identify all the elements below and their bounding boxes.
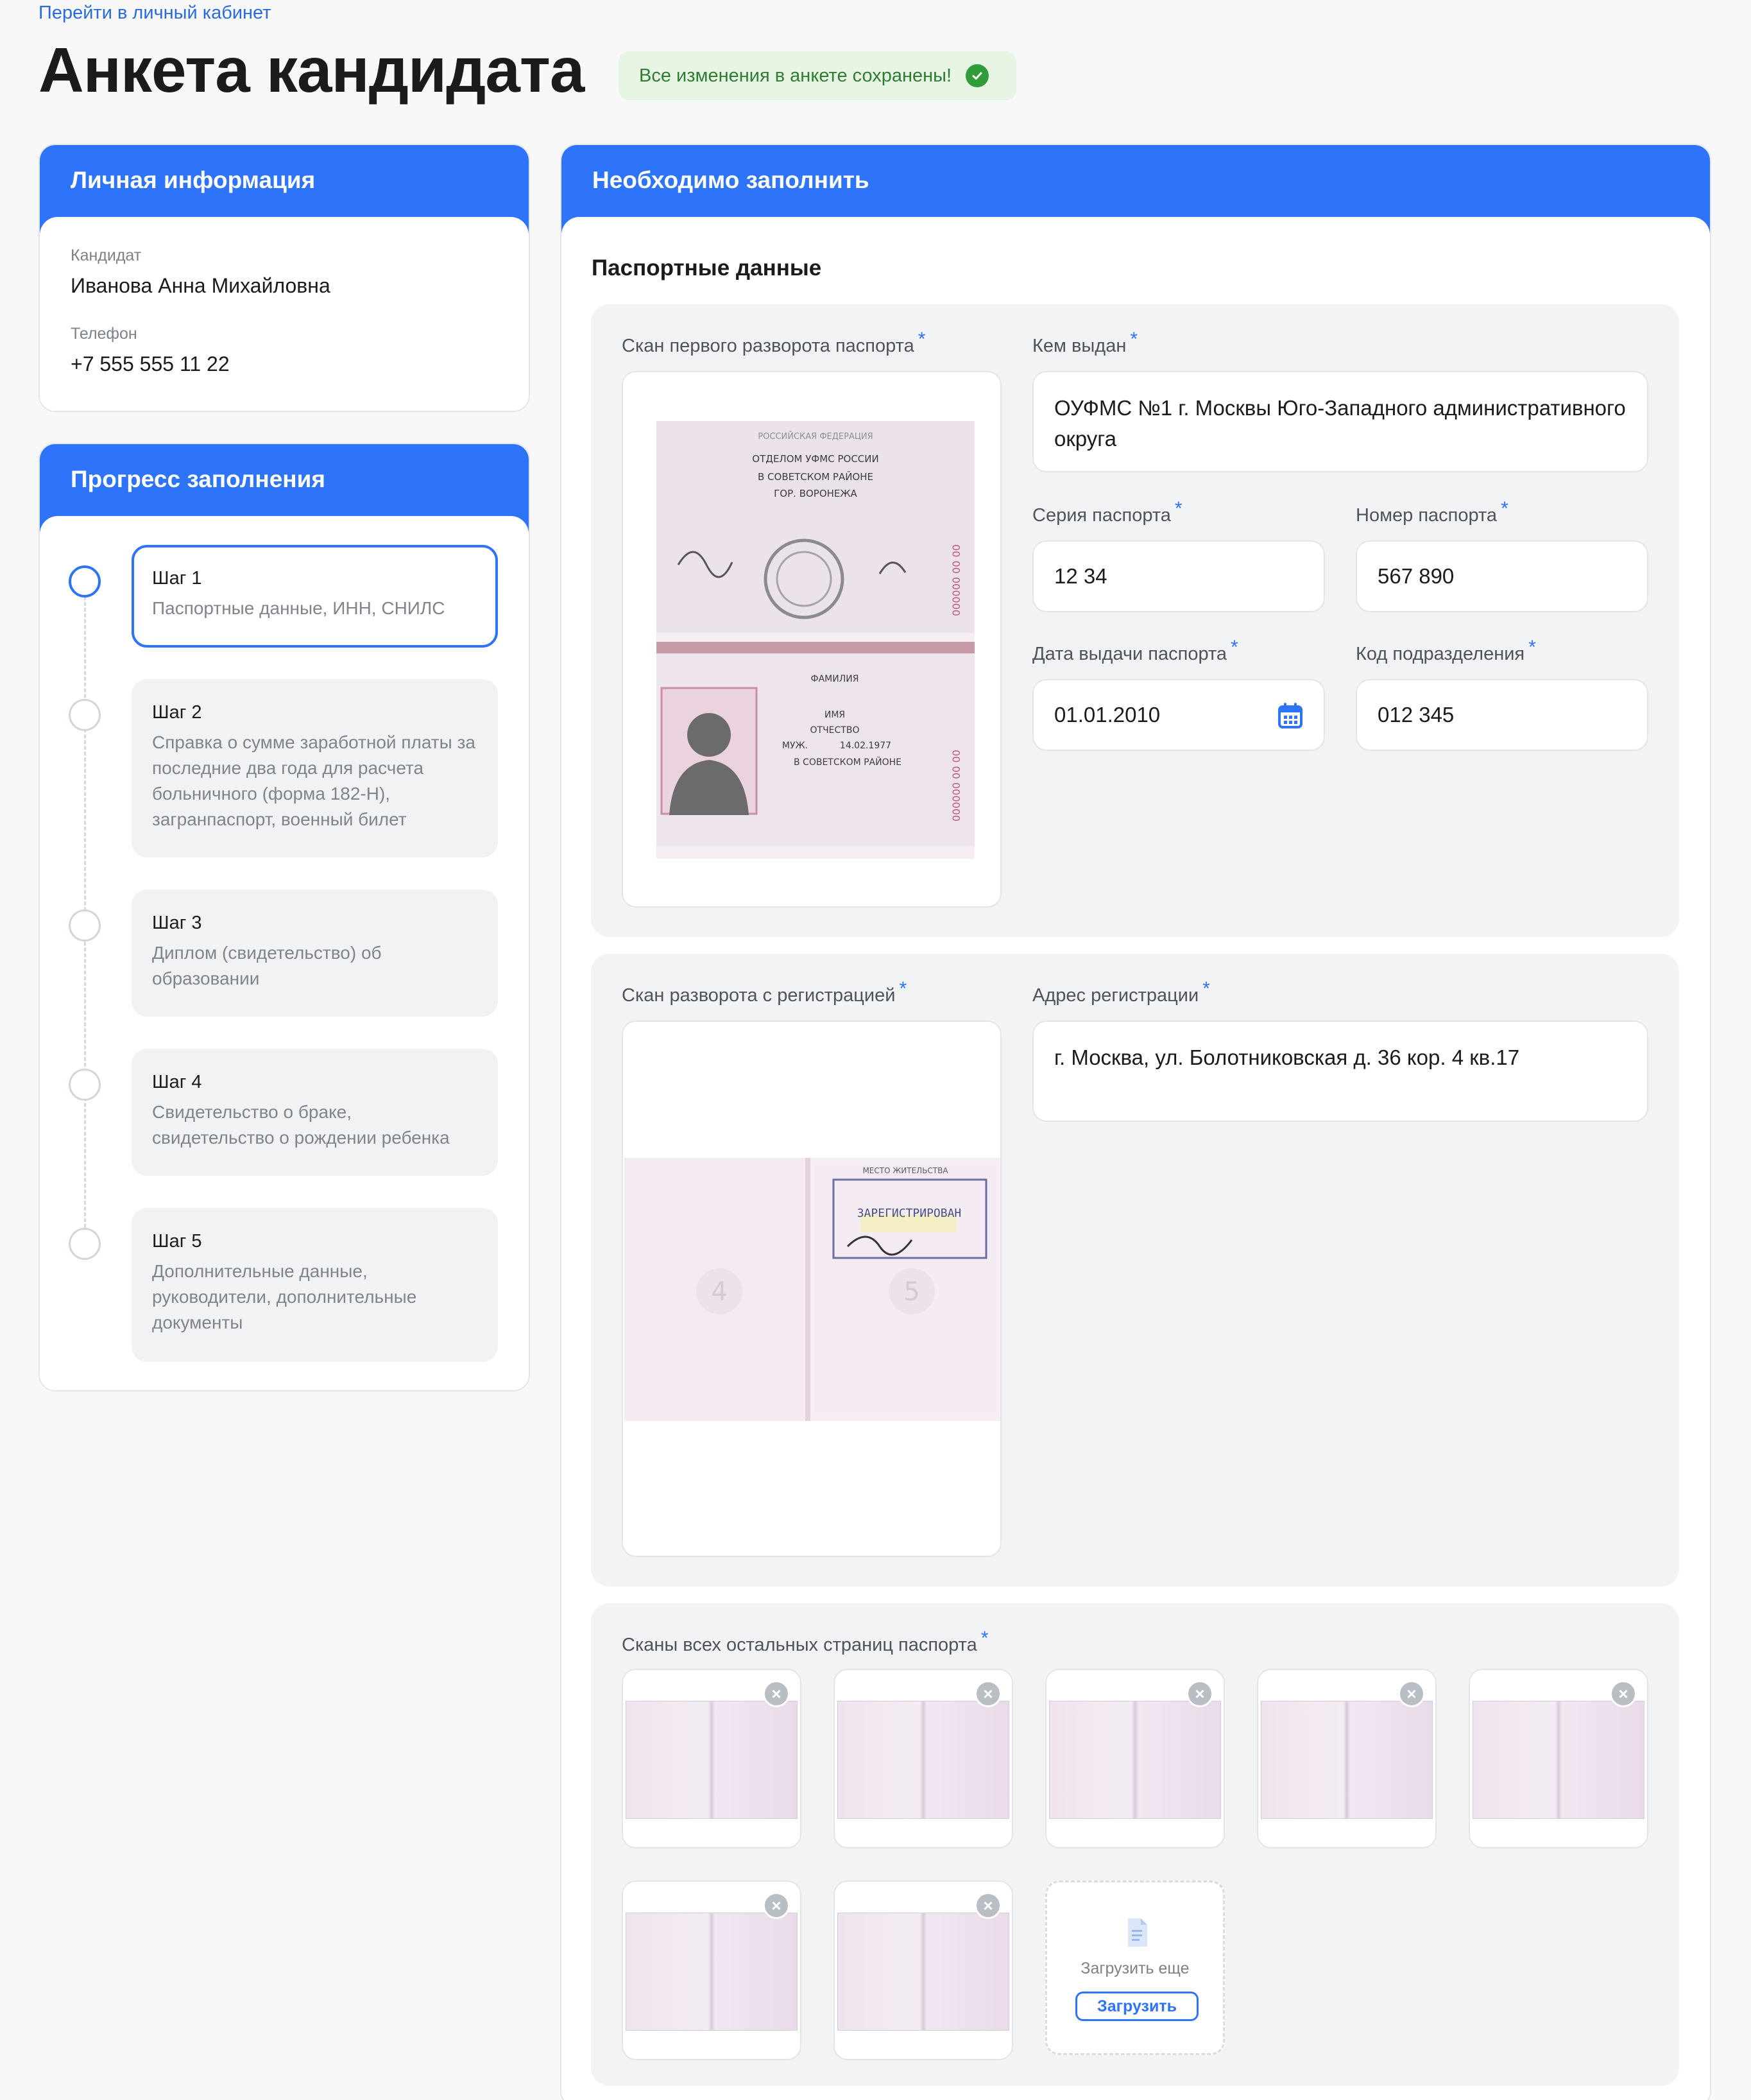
passport-sex: МУЖ. [782,741,808,751]
passport-birth-place: В СОВЕТСКОМ РАЙОНЕ [794,756,901,768]
close-icon[interactable]: × [763,1680,790,1707]
registration-page-left: 4 [711,1277,727,1307]
step-4-card[interactable]: Шаг 4 Свидетельство о браке, свидетельст… [132,1049,498,1176]
address-label: Адрес регистрации * [1032,978,1210,1006]
close-icon[interactable]: × [763,1892,790,1919]
other-scans-label: Сканы всех остальных страниц паспорта * [622,1628,989,1655]
passport-first-scan[interactable]: РОССИЙСКАЯ ФЕДЕРАЦИЯ ОТДЕЛОМ УФМС РОССИИ… [622,371,1002,908]
passport-first-scan-image: РОССИЙСКАЯ ФЕДЕРАЦИЯ ОТДЕЛОМ УФМС РОССИИ… [656,421,975,859]
step-description: Диплом (свидетельство) об образовании [152,943,382,988]
step-title: Шаг 4 [152,1072,202,1092]
issue-date-value: 01.01.2010 [1054,703,1161,727]
registration-page-right: 5 [903,1277,919,1307]
close-icon[interactable]: × [975,1892,1002,1919]
passport-name: ИМЯ [824,710,845,720]
check-circle-icon [966,64,989,87]
passport-issuer-1: ОТДЕЛОМ УФМС РОССИИ [752,453,878,465]
step-1-indicator [69,565,101,598]
passport-section-title: Паспортные данные [592,255,822,280]
dept-code-field[interactable]: 012 345 [1356,679,1648,751]
candidate-label: Кандидат [71,246,142,264]
step-title: Шаг 3 [152,913,202,933]
series-field[interactable]: 12 34 [1032,540,1325,612]
step-2-card[interactable]: Шаг 2 Справка о сумме заработной платы з… [132,679,498,857]
number-label: Номер паспорта * [1356,498,1508,526]
registration-scan-image: МЕСТО ЖИТЕЛЬСТВА ЗАРЕГИСТРИРОВАН 4 5 [624,1158,1000,1421]
registration-scan[interactable]: МЕСТО ЖИТЕЛЬСТВА ЗАРЕГИСТРИРОВАН 4 5 [622,1020,1002,1557]
page-scan-image [1473,1701,1644,1819]
step-1-card[interactable]: Шаг 1 Паспортные данные, ИНН, СНИЛС [132,545,498,648]
page-scan-thumbnail[interactable]: × [622,1669,801,1848]
page-scan-image [1261,1701,1433,1819]
upload-button[interactable]: Загрузить [1075,1992,1199,2021]
series-label: Серия паспорта * [1032,498,1183,526]
upload-more-dropzone[interactable]: Загрузить еще Загрузить [1045,1881,1225,2055]
page-scan-image [837,1701,1009,1819]
upload-more-label: Загрузить еще [1080,1959,1190,1977]
document-icon [1125,1917,1149,1951]
address-value: г. Москва, ул. Болотниковская д. 36 кор.… [1054,1046,1520,1069]
step-3-indicator [69,909,101,942]
issued-by-field[interactable]: ОУФМС №1 г. Москвы Юго-Западного админис… [1032,371,1648,472]
calendar-icon[interactable] [1277,702,1303,734]
close-icon[interactable]: × [1186,1680,1213,1707]
issue-date-field[interactable]: 01.01.2010 [1032,679,1325,751]
page-scan-thumbnail[interactable]: × [1045,1669,1225,1848]
step-5-card[interactable]: Шаг 5 Дополнительные данные, руководител… [132,1208,498,1362]
page-scan-thumbnail[interactable]: × [833,1881,1013,2060]
scan-first-label: Скан первого разворота паспорта * [622,329,926,356]
passport-patronymic: ОТЧЕСТВО [810,725,860,736]
page-scan-thumbnail[interactable]: × [1257,1669,1437,1848]
registration-heading: МЕСТО ЖИТЕЛЬСТВА [862,1166,948,1175]
saved-status-text: Все изменения в анкете сохранены! [639,65,952,86]
passport-issuer-3: ГОР. ВОРОНЕЖА [774,488,857,499]
step-4-indicator [69,1069,101,1101]
page-scan-image [626,1701,798,1819]
issued-by-value: ОУФМС №1 г. Москвы Юго-Западного админис… [1054,396,1626,451]
passport-issuer-2: В СОВЕТСКОМ РАЙОНЕ [758,470,873,483]
step-description: Справка о сумме заработной платы за посл… [152,732,475,829]
step-3-card[interactable]: Шаг 3 Диплом (свидетельство) об образова… [132,890,498,1017]
passport-serial-bottom: 000000 00 00 [950,750,962,822]
address-field[interactable]: г. Москва, ул. Болотниковская д. 36 кор.… [1032,1020,1648,1122]
page-scan-image [626,1913,798,2031]
step-description: Паспортные данные, ИНН, СНИЛС [152,598,445,618]
issued-by-label: Кем выдан * [1032,329,1138,356]
number-value: 567 890 [1378,564,1455,588]
page-scan-image [837,1913,1009,2031]
personal-cabinet-link[interactable]: Перейти в личный кабинет [38,3,271,24]
close-icon[interactable]: × [1398,1680,1425,1707]
passport-serial-top: 000000 00 00 [950,544,962,616]
phone-label: Телефон [71,325,137,343]
number-field[interactable]: 567 890 [1356,540,1648,612]
step-2-indicator [69,699,101,731]
page-scan-image [1049,1701,1221,1819]
issue-date-label: Дата выдачи паспорта * [1032,637,1238,664]
close-icon[interactable]: × [975,1680,1002,1707]
step-description: Дополнительные данные, руководители, доп… [152,1261,417,1332]
scan-registration-label: Скан разворота с регистрацией * [622,978,907,1006]
step-title: Шаг 5 [152,1231,202,1252]
dept-code-label: Код подразделения * [1356,637,1536,664]
step-5-indicator [69,1228,101,1260]
registration-stamp: ЗАРЕГИСТРИРОВАН [857,1207,962,1220]
page-scan-thumbnail[interactable]: × [1469,1669,1648,1848]
page-scan-thumbnail[interactable]: × [833,1669,1013,1848]
dept-code-value: 012 345 [1378,703,1455,727]
saved-status-badge: Все изменения в анкете сохранены! [619,51,1016,100]
series-value: 12 34 [1054,564,1107,588]
page-scan-thumbnail[interactable]: × [622,1881,801,2060]
step-title: Шаг 2 [152,702,202,723]
personal-info-card: Личная информация Кандидат Иванова Анна … [38,144,530,412]
page-title: Анкета кандидата [38,35,585,105]
candidate-value: Иванова Анна Михайловна [71,274,330,297]
passport-surname: ФАМИЛИЯ [811,674,859,684]
phone-value: +7 555 555 11 22 [71,352,230,375]
passport-country: РОССИЙСКАЯ ФЕДЕРАЦИЯ [758,431,873,442]
step-title: Шаг 1 [152,568,202,589]
passport-birth-date: 14.02.1977 [840,741,891,751]
step-description: Свидетельство о браке, свидетельство о р… [152,1102,450,1148]
close-icon[interactable]: × [1610,1680,1637,1707]
